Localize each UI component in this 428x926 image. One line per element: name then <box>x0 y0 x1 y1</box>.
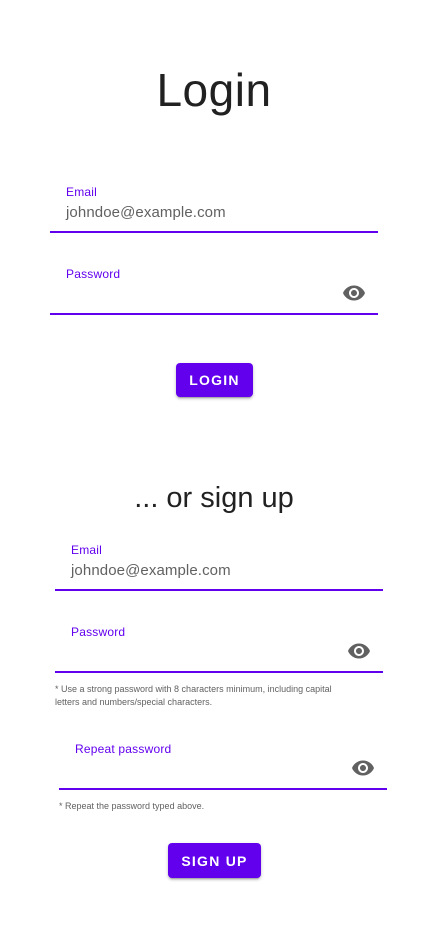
login-password-label: Password <box>66 267 121 281</box>
signup-email-label: Email <box>71 543 103 557</box>
eye-icon[interactable] <box>342 281 366 305</box>
signup-repeat-password-field[interactable]: Repeat password <box>59 734 387 790</box>
signup-email-field[interactable]: Email johndoe@example.com <box>55 535 383 591</box>
signup-password-label: Password <box>71 625 126 639</box>
login-email-label: Email <box>66 185 98 199</box>
signup-button[interactable]: Sign up <box>168 843 261 878</box>
login-email-input[interactable]: johndoe@example.com <box>66 204 226 222</box>
repeat-password-helper-text: * Repeat the password typed above. <box>59 801 205 811</box>
login-button[interactable]: Login <box>176 363 253 397</box>
login-password-field[interactable]: Password <box>50 259 378 315</box>
signup-email-input[interactable]: johndoe@example.com <box>71 562 231 580</box>
eye-icon[interactable] <box>351 756 375 780</box>
password-helper-text: * Use a strong password with 8 character… <box>55 684 332 707</box>
repeat-password-label: Repeat password <box>75 742 172 756</box>
signup-password-field[interactable]: Password <box>55 617 383 673</box>
login-title: Login <box>156 64 272 116</box>
eye-icon[interactable] <box>347 639 371 663</box>
signup-title: ... or sign up <box>134 482 294 514</box>
login-email-field[interactable]: Email johndoe@example.com <box>50 177 378 233</box>
